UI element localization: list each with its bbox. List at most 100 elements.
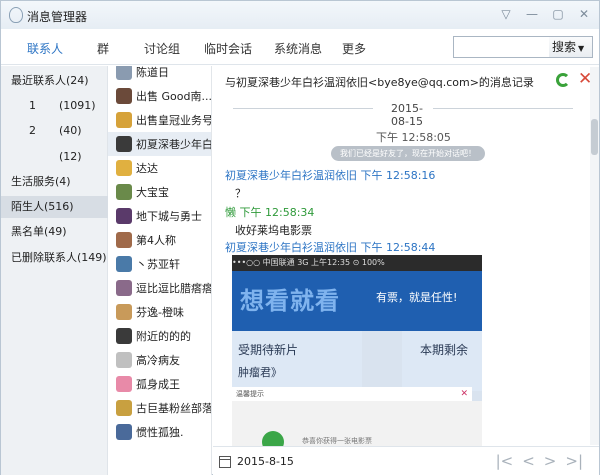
search-input[interactable] bbox=[453, 36, 550, 58]
contact-name: 丶苏亚轩 bbox=[136, 258, 180, 271]
category-label: 生活服务(4) bbox=[11, 175, 71, 188]
contact-name: 逗比逗比腊瘩瘩 bbox=[136, 282, 212, 295]
contact-name: 芬逸-橙味 bbox=[136, 306, 184, 319]
tab-contacts[interactable]: 联系人 bbox=[27, 40, 63, 57]
contact-name: 达达 bbox=[136, 162, 158, 175]
window-title: 消息管理器 bbox=[27, 10, 88, 24]
contact-item[interactable]: 孤身成王 bbox=[108, 372, 211, 396]
avatar bbox=[116, 328, 132, 344]
chat-history: 与初夏深巷少年白衫温润依旧<bye8ye@qq.com>的消息记录 ✕ 2015… bbox=[213, 66, 599, 446]
image-card: 本期剩余 bbox=[402, 331, 482, 391]
contact-name: 大宝宝 bbox=[136, 186, 169, 199]
avatar bbox=[116, 424, 132, 440]
tab-groups[interactable]: 群 bbox=[97, 40, 109, 57]
image-status-bar: •••○○ 中国联通 3G 上午12:35 ⊙ 100% bbox=[232, 255, 482, 271]
avatar bbox=[116, 184, 132, 200]
avatar bbox=[116, 304, 132, 320]
contact-name: 出售皇冠业务号 bbox=[136, 114, 212, 127]
search-button-label: 搜索 bbox=[552, 40, 577, 54]
contact-item[interactable]: 丶苏亚轩 bbox=[108, 252, 211, 276]
category-label: 黑名单(49) bbox=[11, 225, 67, 238]
contact-item[interactable]: 出售皇冠业务号 bbox=[108, 108, 212, 132]
category-label: 最近联系人(24) bbox=[11, 74, 89, 87]
contact-name: 古巨基粉丝部落 bbox=[136, 402, 212, 415]
category-deleted[interactable]: 已删除联系人(149) bbox=[1, 247, 108, 269]
avatar bbox=[116, 280, 132, 296]
qq-logo-icon bbox=[9, 7, 23, 23]
contact-item[interactable]: 地下城与勇士 bbox=[108, 204, 211, 228]
message-image[interactable]: •••○○ 中国联通 3G 上午12:35 ⊙ 100% 想看就看 有票，就是任… bbox=[232, 255, 482, 446]
image-card: 受期待新片 肿瘤君》 bbox=[232, 331, 362, 391]
category-count: (12) bbox=[59, 150, 82, 163]
category-key: 2 bbox=[29, 124, 36, 137]
contact-item[interactable]: 惯性孤独. bbox=[108, 420, 211, 444]
avatar bbox=[116, 112, 132, 128]
contact-item[interactable]: 大宝宝 bbox=[108, 180, 211, 204]
tab-temp-sessions[interactable]: 临时会话 bbox=[204, 40, 252, 57]
contact-name: 第4人称 bbox=[136, 234, 176, 247]
contact-name: 地下城与勇士 bbox=[136, 210, 202, 223]
contact-item[interactable]: 初夏深巷少年白... bbox=[108, 132, 212, 156]
date-separator: 2015-08-15 bbox=[233, 102, 573, 128]
contact-list: 陈道日出售 Good南... 出售皇冠业务号初夏深巷少年白... 达达大宝宝地下城与… bbox=[108, 66, 212, 475]
avatar bbox=[116, 136, 132, 152]
image-card-title: 受期待新片 bbox=[238, 343, 299, 357]
tab-system-messages[interactable]: 系统消息 bbox=[274, 40, 322, 57]
contact-item[interactable]: 出售 Good南... bbox=[108, 84, 211, 108]
image-headline: 想看就看 bbox=[240, 287, 340, 315]
avatar bbox=[116, 208, 132, 224]
contact-item[interactable]: 古巨基粉丝部落 bbox=[108, 396, 212, 420]
image-dialog-title: 温馨提示 bbox=[236, 390, 264, 398]
image-card-sub: 肿瘤君》 bbox=[238, 366, 282, 379]
system-time: 下午 12:58:05 bbox=[376, 131, 451, 144]
search-button[interactable]: 搜索 ▼ bbox=[549, 36, 593, 58]
contact-item[interactable]: 陈道日 bbox=[108, 66, 211, 84]
message-text: ？ bbox=[235, 187, 246, 200]
category-group-3[interactable]: (12) bbox=[1, 146, 108, 168]
message-text: 收好莱坞电影票 bbox=[235, 224, 312, 237]
category-recent[interactable]: 最近联系人(24) bbox=[1, 70, 108, 92]
category-group-2[interactable]: 2 (40) bbox=[1, 120, 108, 142]
chat-scrollbar[interactable] bbox=[590, 67, 599, 445]
scrollbar-thumb[interactable] bbox=[591, 119, 598, 155]
avatar bbox=[116, 376, 132, 392]
dropdown-icon[interactable]: ▽ bbox=[497, 6, 515, 22]
message-sender: 初夏深巷少年白衫温润依旧 下午 12:58:44 bbox=[225, 241, 436, 254]
maximize-icon[interactable]: ▢ bbox=[549, 6, 567, 22]
category-group-1[interactable]: 1 (1091) bbox=[1, 95, 108, 117]
prev-page-icon[interactable]: < bbox=[522, 452, 535, 470]
first-page-icon[interactable]: |< bbox=[496, 452, 514, 470]
refresh-icon[interactable] bbox=[556, 73, 570, 87]
avatar bbox=[116, 400, 132, 416]
avatar bbox=[116, 352, 132, 368]
contact-name: 高冷病友 bbox=[136, 354, 180, 367]
category-list: 最近联系人(24) 1 (1091) 2 (40) (12) 生活服务(4) 陌生人… bbox=[1, 66, 108, 475]
chevron-down-icon: ▼ bbox=[578, 44, 585, 53]
message-manager-window: 消息管理器 ▽ — ▢ ✕ 联系人 群 讨论组 临时会话 系统消息 更多 搜索 ▼… bbox=[0, 0, 600, 475]
calendar-icon[interactable] bbox=[219, 456, 231, 468]
next-page-icon[interactable]: > bbox=[544, 452, 557, 470]
contact-name: 初夏深巷少年白... bbox=[136, 138, 212, 151]
footer-date[interactable]: 2015-8-15 bbox=[237, 455, 294, 468]
category-label: 已删除联系人(149) bbox=[11, 251, 107, 264]
minimize-icon[interactable]: — bbox=[523, 6, 541, 22]
contact-item[interactable]: 逗比逗比腊瘩瘩 bbox=[108, 276, 212, 300]
category-life-services[interactable]: 生活服务(4) bbox=[1, 171, 108, 193]
contact-item[interactable]: 芬逸-橙味 bbox=[108, 300, 211, 324]
category-blacklist[interactable]: 黑名单(49) bbox=[1, 221, 108, 243]
last-page-icon[interactable]: >| bbox=[565, 452, 583, 470]
contact-item[interactable]: 达达 bbox=[108, 156, 211, 180]
contact-item[interactable]: 高冷病友 bbox=[108, 348, 211, 372]
contact-item[interactable]: 第4人称 bbox=[108, 228, 211, 252]
avatar bbox=[116, 160, 132, 176]
top-nav: 联系人 群 讨论组 临时会话 系统消息 更多 搜索 ▼ bbox=[1, 29, 599, 65]
category-count: (1091) bbox=[59, 99, 96, 112]
chat-header: 与初夏深巷少年白衫温润依旧<bye8ye@qq.com>的消息记录 bbox=[225, 76, 534, 89]
contact-item[interactable]: 附近的的的 bbox=[108, 324, 211, 348]
category-key: 1 bbox=[29, 99, 36, 112]
category-strangers[interactable]: 陌生人(516) bbox=[1, 196, 108, 218]
close-icon[interactable]: ✕ bbox=[575, 6, 593, 22]
pager: |< < > >| bbox=[496, 452, 583, 470]
tab-discussions[interactable]: 讨论组 bbox=[144, 40, 180, 57]
tab-more[interactable]: 更多 bbox=[342, 40, 366, 57]
